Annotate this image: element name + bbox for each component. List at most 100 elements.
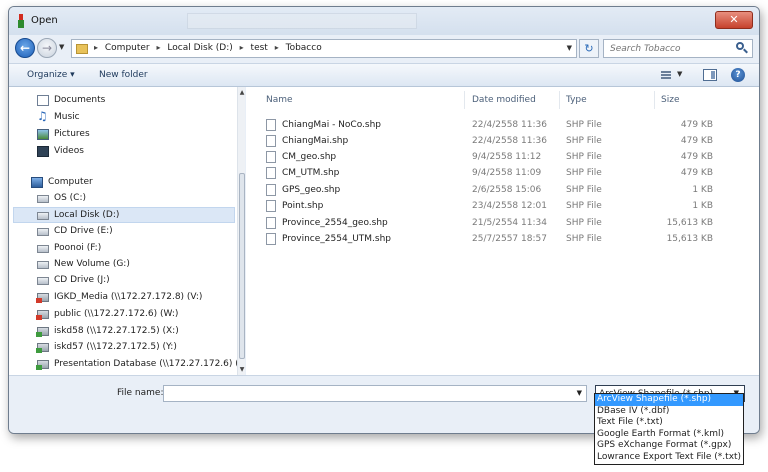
filter-option-dbase-iv[interactable]: DBase IV (*.dbf) (595, 406, 743, 418)
chevron-right-icon: ▸ (274, 43, 279, 52)
file-list: Name Date modified Type Size ChiangMai -… (246, 87, 759, 375)
nav-item-label: Music (54, 112, 80, 122)
back-button[interactable]: ← (15, 38, 35, 58)
file-name: GPS_geo.shp (282, 185, 341, 195)
filter-option-gps-exchange-gpx[interactable]: GPS eXchange Format (*.gpx) (595, 440, 743, 452)
table-row[interactable]: CM_geo.shp 9/4/2558 11:12 SHP File 479 K… (246, 149, 759, 165)
nav-item-label: Computer (48, 177, 93, 187)
arrow-right-icon: → (41, 41, 53, 55)
app-icon (16, 14, 26, 28)
preview-pane-button[interactable] (703, 69, 717, 81)
chevron-right-icon: ▸ (239, 43, 244, 52)
table-row[interactable]: CM_UTM.shp 9/4/2558 11:09 SHP File 479 K… (246, 165, 759, 181)
table-row[interactable]: Province_2554_UTM.shp 25/7/2557 18:57 SH… (246, 231, 759, 247)
column-divider[interactable] (464, 91, 465, 109)
file-icon (266, 151, 276, 163)
search-box[interactable] (603, 39, 753, 58)
file-date: 22/4/2558 11:36 (472, 120, 547, 130)
column-header-size[interactable]: Size (661, 95, 679, 105)
organize-button[interactable]: Organize ▾ (27, 70, 75, 80)
file-icon (266, 135, 276, 147)
nav-item-public-w[interactable]: public (\\172.27.172.6) (W:) (36, 307, 237, 323)
breadcrumb-test[interactable]: test (251, 43, 268, 53)
nav-item-iskd57-y[interactable]: iskd57 (\\172.27.172.5) (Y:) (36, 340, 237, 356)
filter-option-lowrance-export-text[interactable]: Lowrance Export Text File (*.txt) (595, 452, 743, 464)
column-header-name[interactable]: Name (266, 95, 293, 105)
nav-item-pictures[interactable]: Pictures (37, 127, 237, 143)
nav-item-label: OS (C:) (54, 193, 86, 203)
computer-icon (31, 177, 43, 188)
chevron-down-icon: ▼ (677, 70, 683, 78)
scroll-up-icon[interactable]: ▲ (238, 89, 246, 96)
column-header-type[interactable]: Type (566, 95, 587, 105)
address-dropdown-icon[interactable]: ▼ (567, 44, 572, 52)
help-button[interactable]: ? (731, 68, 745, 82)
new-folder-button[interactable]: New folder (99, 70, 148, 80)
pictures-icon (37, 129, 49, 140)
file-name: Province_2554_geo.shp (282, 218, 388, 228)
file-name: ChiangMai.shp (282, 136, 349, 146)
breadcrumb[interactable]: ▸ Computer ▸ Local Disk (D:) ▸ test ▸ To… (71, 39, 577, 58)
drive-icon (37, 195, 49, 203)
nav-item-label: public (\\172.27.172.6) (W:) (54, 309, 179, 319)
breadcrumb-local-disk[interactable]: Local Disk (D:) (167, 43, 232, 53)
file-type: SHP File (566, 218, 602, 228)
nav-item-documents[interactable]: Documents (37, 93, 237, 109)
nav-item-computer[interactable]: Computer (31, 175, 231, 191)
file-date: 2/6/2558 15:06 (472, 185, 542, 195)
nav-item-label: Presentation Database (\\172.27.172.6) (… (54, 359, 245, 369)
chevron-down-icon[interactable]: ▼ (577, 389, 582, 397)
table-row[interactable]: Province_2554_geo.shp 21/5/2554 11:34 SH… (246, 215, 759, 231)
network-drive-icon (36, 360, 49, 370)
nav-item-iskd58-x[interactable]: iskd58 (\\172.27.172.5) (X:) (36, 324, 237, 340)
nav-item-music[interactable]: Music (37, 109, 237, 126)
background-window-ghost (187, 13, 417, 29)
nav-item-os-c[interactable]: OS (C:) (37, 191, 237, 207)
file-type-dropdown-list: ArcView Shapefile (*.shp) DBase IV (*.db… (594, 393, 744, 465)
nav-item-local-disk-d[interactable]: Local Disk (D:) (13, 207, 235, 223)
change-view-button[interactable]: ▼ (659, 69, 689, 83)
nav-item-cd-drive-e[interactable]: CD Drive (E:) (37, 224, 237, 240)
nav-item-new-volume-g[interactable]: New Volume (G:) (37, 257, 237, 273)
file-icon (266, 167, 276, 179)
recent-locations-button[interactable]: ▼ (59, 43, 64, 51)
file-size: 479 KB (680, 136, 713, 146)
file-name-field[interactable]: ▼ (163, 385, 587, 402)
music-icon (37, 109, 49, 123)
column-divider[interactable] (559, 91, 560, 109)
search-input[interactable] (604, 40, 732, 57)
forward-button[interactable]: → (37, 38, 57, 58)
column-header-date[interactable]: Date modified (472, 95, 536, 105)
network-drive-disconnected-icon (36, 293, 49, 303)
file-size: 15,613 KB (666, 218, 713, 228)
scroll-down-icon[interactable]: ▼ (238, 366, 246, 373)
file-size: 479 KB (680, 168, 713, 178)
filter-option-google-earth-kml[interactable]: Google Earth Format (*.kml) (595, 429, 743, 441)
file-date: 21/5/2554 11:34 (472, 218, 547, 228)
refresh-icon: ↻ (584, 42, 594, 55)
file-name: ChiangMai - NoCo.shp (282, 120, 382, 130)
file-name-input[interactable] (164, 386, 564, 401)
filter-option-text-file[interactable]: Text File (*.txt) (595, 417, 743, 429)
filter-option-arcview-shapefile[interactable]: ArcView Shapefile (*.shp) (595, 394, 743, 406)
nav-item-videos[interactable]: Videos (37, 144, 237, 160)
search-icon[interactable] (736, 42, 748, 54)
table-row[interactable]: ChiangMai - NoCo.shp 22/4/2558 11:36 SHP… (246, 117, 759, 133)
table-row[interactable]: Point.shp 23/4/2558 12:01 SHP File 1 KB (246, 198, 759, 214)
scroll-thumb[interactable] (239, 173, 245, 359)
file-icon (266, 217, 276, 229)
breadcrumb-computer[interactable]: Computer (105, 43, 150, 53)
cd-drive-icon (37, 228, 49, 236)
table-row[interactable]: GPS_geo.shp 2/6/2558 15:06 SHP File 1 KB (246, 182, 759, 198)
folder-icon (76, 44, 88, 54)
refresh-button[interactable]: ↻ (579, 39, 599, 58)
nav-item-presentation-database-z[interactable]: Presentation Database (\\172.27.172.6) (… (36, 357, 244, 373)
breadcrumb-tobacco[interactable]: Tobacco (286, 43, 322, 53)
nav-item-poonoi-f[interactable]: Poonoi (F:) (37, 241, 237, 257)
column-divider[interactable] (654, 91, 655, 109)
table-row[interactable]: ChiangMai.shp 22/4/2558 11:36 SHP File 4… (246, 133, 759, 149)
close-button[interactable]: ✕ (715, 11, 753, 29)
navigation-scrollbar[interactable]: ▲ ▼ (237, 87, 245, 375)
nav-item-cd-drive-j[interactable]: CD Drive (J:) (37, 273, 237, 289)
nav-item-igkd-media-v[interactable]: IGKD_Media (\\172.27.172.8) (V:) (36, 290, 237, 306)
